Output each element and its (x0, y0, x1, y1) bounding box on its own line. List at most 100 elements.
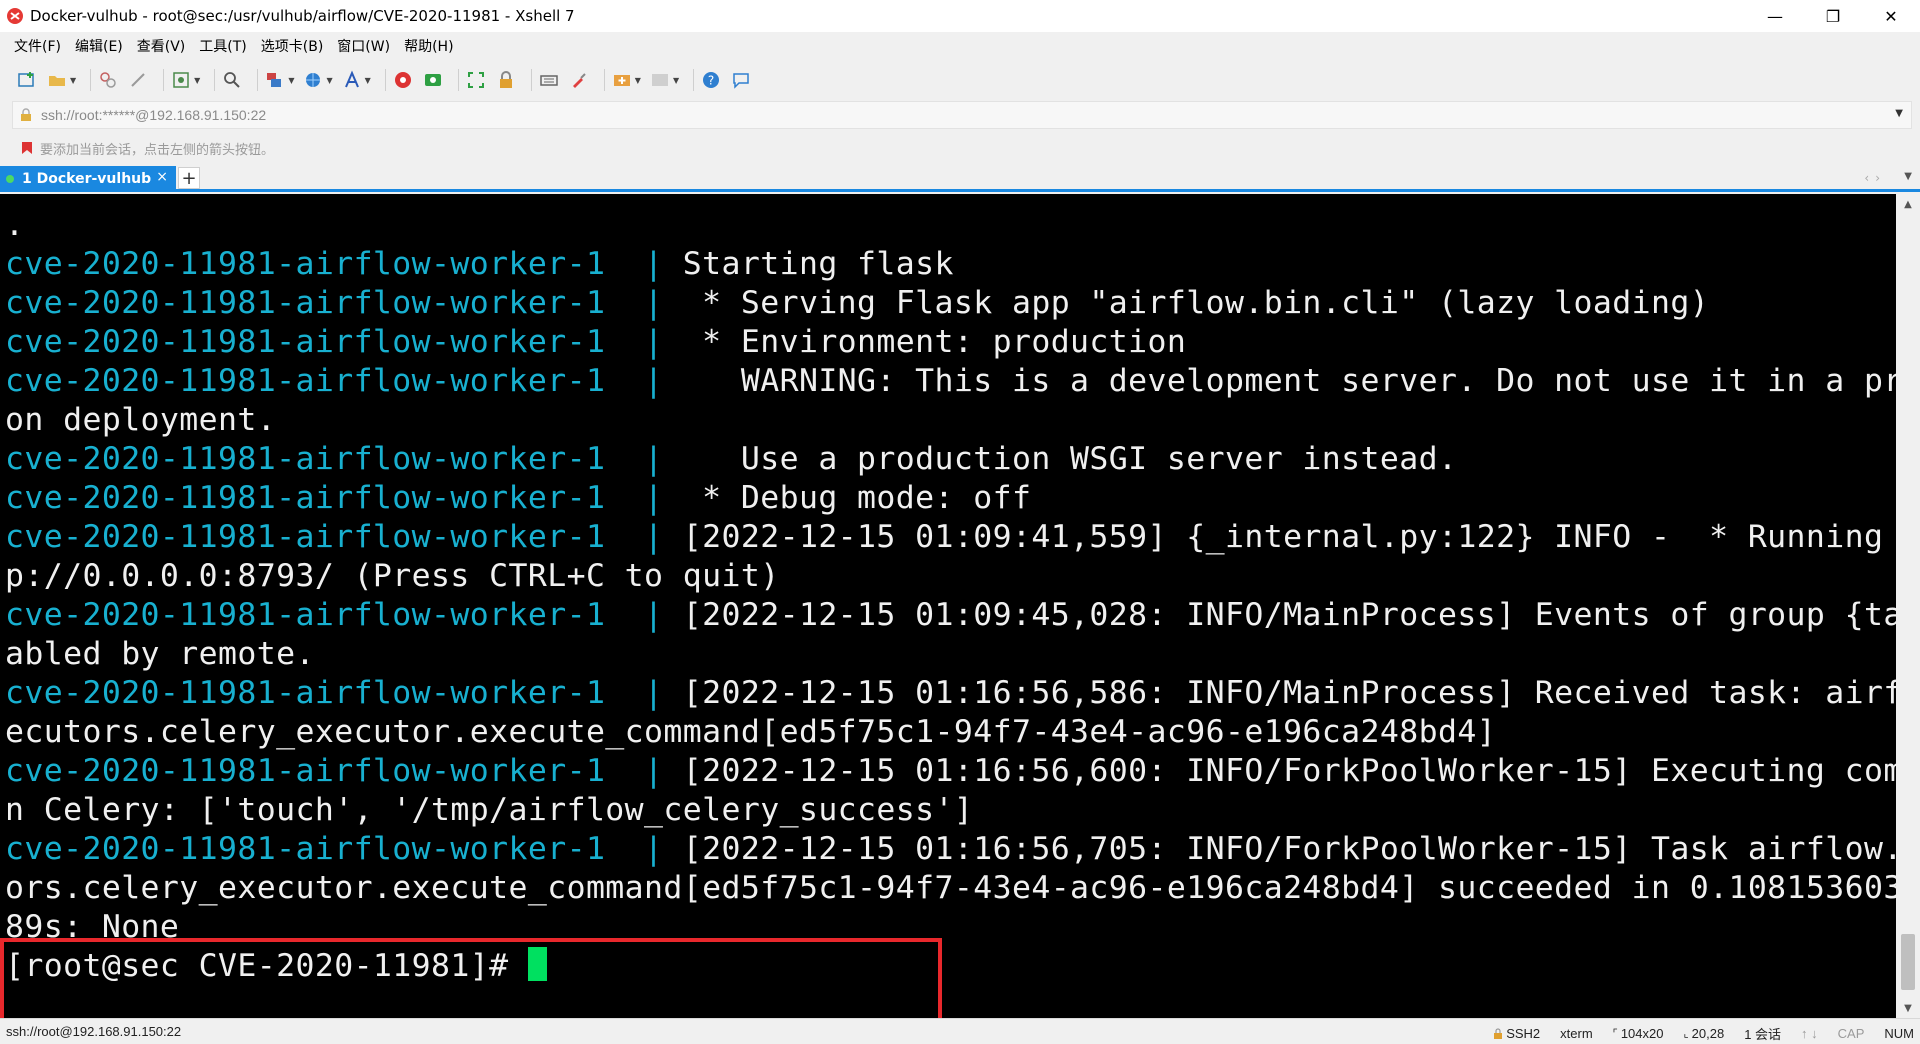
terminal-line: . (5, 206, 1885, 245)
new-session-icon[interactable] (16, 69, 38, 91)
menu-tabs[interactable]: 选项卡(B) (261, 36, 324, 56)
line-text: * Debug mode: off (682, 480, 1032, 516)
line-text: 89s: None (5, 909, 180, 945)
window-title: Docker-vulhub - root@sec:/usr/vulhub/air… (30, 7, 575, 25)
terminal-line: on deployment. (5, 401, 1885, 440)
container-prefix: cve-2020-11981-airflow-worker-1 | (5, 831, 683, 867)
session-address-bar[interactable]: ssh://root:******@192.168.91.150:22 ▼ (12, 101, 1912, 129)
tab-close-icon[interactable]: × (156, 169, 168, 185)
add-script-dropdown-icon[interactable]: ▼ (635, 76, 641, 85)
terminal-lines: . cve-2020-11981-airflow-worker-1 | Start… (5, 206, 1896, 986)
status-sessions: 1 会话 (1744, 1027, 1782, 1042)
tab-list-dropdown-icon[interactable]: ▼ (1904, 171, 1912, 182)
line-text: Starting flask (682, 246, 954, 282)
settings-icon[interactable] (170, 69, 192, 91)
terminal-line: cve-2020-11981-airflow-worker-1 | * Serv… (5, 284, 1885, 323)
keyboard-icon[interactable] (538, 69, 560, 91)
feedback-icon[interactable] (730, 69, 752, 91)
xshell-icon[interactable] (392, 69, 414, 91)
disconnect-icon[interactable] (127, 69, 149, 91)
line-text: ors.celery_executor.execute_command[ed5f… (5, 870, 1896, 906)
menu-edit[interactable]: 编辑(E) (75, 36, 123, 56)
scroll-up-icon[interactable]: ▲ (1896, 194, 1920, 214)
tab-docker-vulhub[interactable]: 1 Docker-vulhub × (0, 166, 176, 192)
layout-dropdown-icon[interactable]: ▼ (288, 76, 294, 85)
compose-icon[interactable] (649, 69, 671, 91)
terminal-scrollbar[interactable]: ▲ ▼ (1896, 194, 1920, 1018)
open-folder-dropdown-icon[interactable]: ▼ (70, 76, 76, 85)
title-bar: Docker-vulhub - root@sec:/usr/vulhub/air… (0, 0, 1920, 32)
scroll-down-icon[interactable]: ▼ (1896, 998, 1920, 1018)
search-icon[interactable] (221, 69, 243, 91)
line-text: ecutors.celery_executor.execute_command[… (5, 714, 1497, 750)
font-dropdown-icon[interactable]: ▼ (365, 76, 371, 85)
terminal-line: cve-2020-11981-airflow-worker-1 | WARNIN… (5, 362, 1896, 401)
tab-label: 1 Docker-vulhub (22, 171, 152, 187)
open-folder-icon[interactable] (46, 69, 68, 91)
toolbar: ▼ ▼ ▼ ▼ ▼ ▼ ▼ ? (0, 62, 1920, 98)
terminal-line: cve-2020-11981-airflow-worker-1 | Starti… (5, 245, 1885, 284)
add-script-icon[interactable] (611, 69, 633, 91)
connected-status-icon (6, 175, 14, 183)
size-label: 104x20 (1620, 1026, 1664, 1041)
container-prefix: cve-2020-11981-airflow-worker-1 | (5, 753, 683, 789)
globe-dropdown-icon[interactable]: ▼ (326, 76, 332, 85)
menu-tools[interactable]: 工具(T) (199, 36, 246, 56)
terminal-line: cve-2020-11981-airflow-worker-1 | * Envi… (5, 323, 1885, 362)
scrollbar-thumb[interactable] (1901, 934, 1915, 990)
terminal-line: p://0.0.0.0:8793/ (Press CTRL+C to quit) (5, 557, 1885, 596)
xshell-logo-icon (7, 8, 23, 24)
line-text: [root@sec CVE-2020-11981]# (5, 948, 528, 984)
close-button[interactable]: ✕ (1862, 0, 1920, 32)
minimize-button[interactable]: — (1746, 0, 1804, 32)
tab-scroll-arrows-icon[interactable]: ‹› (1864, 171, 1886, 185)
protocol-label: SSH2 (1506, 1026, 1541, 1041)
address-dropdown-icon[interactable]: ▼ (1895, 108, 1903, 119)
line-text: * Serving Flask app "airflow.bin.cli" (l… (682, 285, 1710, 321)
hint-bar: 要添加当前会话，点击左侧的箭头按钮。 (0, 134, 1920, 162)
line-text: [2022-12-15 01:09:45,028: INFO/MainProce… (682, 597, 1896, 633)
container-prefix: cve-2020-11981-airflow-worker-1 | (5, 519, 683, 555)
container-prefix: cve-2020-11981-airflow-worker-1 | (5, 246, 683, 282)
line-text: p://0.0.0.0:8793/ (Press CTRL+C to quit) (5, 558, 780, 594)
toolbar-separator (603, 69, 605, 91)
container-prefix: cve-2020-11981-airflow-worker-1 | (5, 675, 683, 711)
terminal-output[interactable]: . cve-2020-11981-airflow-worker-1 | Start… (0, 194, 1896, 1018)
menu-window[interactable]: 窗口(W) (337, 36, 390, 56)
lock-icon[interactable] (495, 69, 517, 91)
toolbar-separator (257, 69, 259, 91)
toolbar-separator (384, 69, 386, 91)
help-icon[interactable]: ? (700, 69, 722, 91)
fullscreen-icon[interactable] (465, 69, 487, 91)
menu-file[interactable]: 文件(F) (14, 36, 61, 56)
cursor-position-icon: ⌞ (1683, 1028, 1689, 1040)
highlight-icon[interactable] (568, 69, 590, 91)
session-nav-arrows-icon[interactable]: ↑ ↓ (1801, 1026, 1818, 1041)
menu-view[interactable]: 查看(V) (137, 36, 186, 56)
toolbar-separator (163, 69, 165, 91)
status-cap: CAP (1837, 1026, 1865, 1041)
status-num: NUM (1884, 1026, 1914, 1041)
bookmark-arrow-icon[interactable] (20, 141, 34, 155)
compose-dropdown-icon[interactable]: ▼ (673, 76, 679, 85)
line-text: on deployment. (5, 402, 277, 438)
xftp-icon[interactable] (422, 69, 444, 91)
status-connection: ssh://root@192.168.91.150:22 (6, 1024, 182, 1039)
settings-dropdown-icon[interactable]: ▼ (194, 76, 200, 85)
lock-icon (21, 108, 31, 121)
connect-icon[interactable] (97, 69, 119, 91)
globe-icon[interactable] (302, 69, 324, 91)
font-icon[interactable] (341, 69, 363, 91)
svg-text:?: ? (708, 74, 714, 88)
container-prefix: cve-2020-11981-airflow-worker-1 | (5, 363, 683, 399)
address-input[interactable]: ssh://root:******@192.168.91.150:22 (41, 107, 266, 123)
terminal-line: cve-2020-11981-airflow-worker-1 | [2022-… (5, 518, 1885, 557)
layout-icon[interactable] (264, 69, 286, 91)
container-prefix: cve-2020-11981-airflow-worker-1 | (5, 324, 683, 360)
status-position: ⌞ 20,28 (1683, 1026, 1724, 1041)
terminal-line: cve-2020-11981-airflow-worker-1 | * Debu… (5, 479, 1885, 518)
restore-button[interactable]: ❐ (1804, 0, 1862, 32)
line-text: . (5, 207, 25, 243)
menu-help[interactable]: 帮助(H) (404, 36, 453, 56)
new-tab-button[interactable]: + (178, 167, 200, 189)
